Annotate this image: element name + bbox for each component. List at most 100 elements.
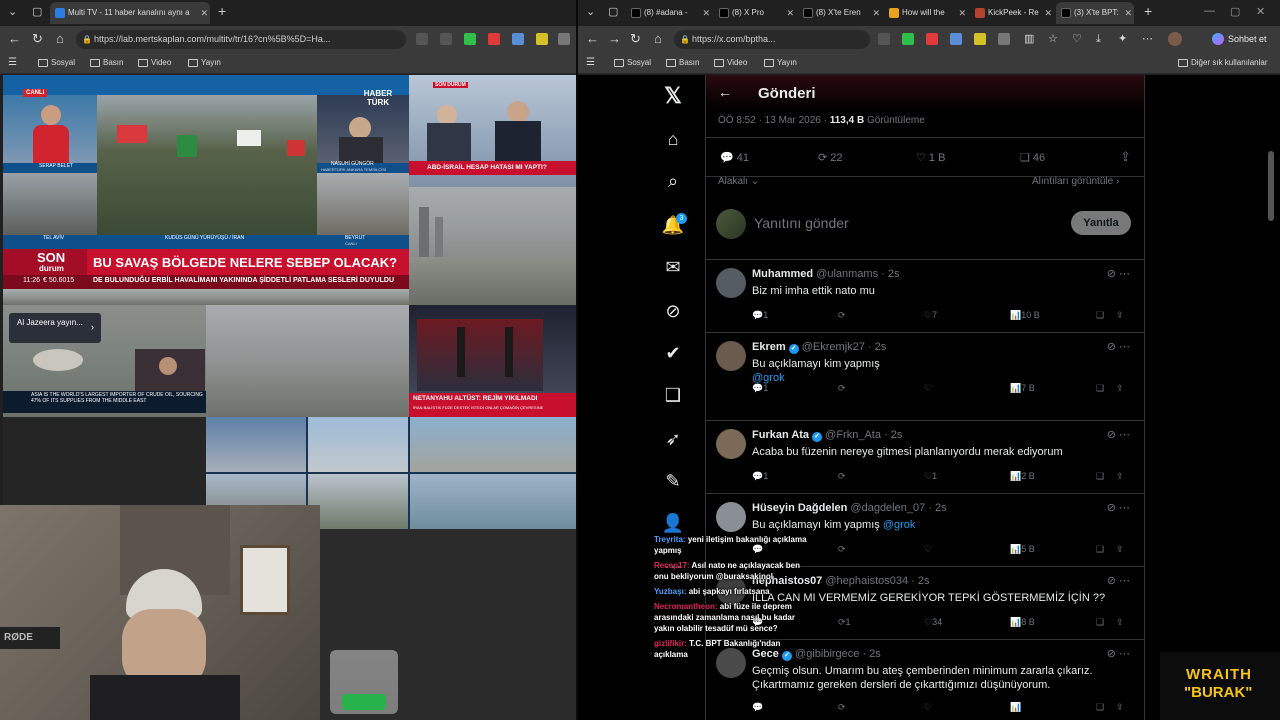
share-icon[interactable]: ⇪	[1120, 149, 1131, 165]
url-field[interactable]: 🔒 https://x.com/bptha...	[674, 30, 870, 49]
repost-action[interactable]: ⟳	[838, 702, 846, 713]
tv-haberturk[interactable]: CANLI SERAP BELET HABER TÜRK NASUHİ GÜNG…	[3, 75, 409, 305]
author-name[interactable]: Muhammed	[752, 268, 813, 280]
bookmark-folder-sosyal[interactable]: Sosyal	[614, 56, 651, 70]
bookmark-icon[interactable]: ❑	[1096, 383, 1104, 394]
bookmarks-menu-icon[interactable]: ☰	[586, 55, 595, 71]
tab-eren[interactable]: (8) X'te Eren ✕	[798, 2, 882, 24]
extension-yellow-icon[interactable]	[974, 33, 986, 45]
bookmark-folder-other[interactable]: Diğer sık kullanılanlar	[1178, 56, 1267, 70]
communities-check-icon[interactable]: ✔	[658, 343, 688, 364]
tab-adana[interactable]: (8) #adana - ✕	[626, 2, 712, 24]
repost-action[interactable]: ⟳ 1	[838, 617, 851, 628]
grok-icon[interactable]: ⊘	[658, 301, 688, 322]
like-action[interactable]: ♡ 1 B	[916, 151, 945, 164]
favorites-icon[interactable]: ☆	[1048, 31, 1058, 47]
close-window-icon[interactable]: ✕	[1256, 5, 1265, 18]
extension-blue-icon[interactable]	[950, 33, 962, 45]
forward-icon[interactable]: →	[608, 31, 621, 47]
author-name[interactable]: Ekrem	[752, 341, 786, 353]
tab-actions-icon[interactable]: ⌄	[586, 5, 595, 18]
extension-blue-icon[interactable]	[512, 33, 524, 45]
views-action[interactable]: 📊 10 B	[1010, 310, 1040, 321]
like-action[interactable]: ♡ 34	[924, 617, 942, 628]
grok-and-more-icon[interactable]: ⊘ ⋯	[1107, 340, 1130, 353]
reply-action[interactable]: 💬	[752, 702, 763, 713]
back-icon[interactable]: ←	[8, 31, 21, 47]
close-tab-icon[interactable]: ✕	[958, 2, 966, 24]
close-tab-icon[interactable]: ✕	[200, 2, 208, 24]
author-handle[interactable]: @Frkn_Ata · 2s	[825, 429, 902, 441]
view-quotes-link[interactable]: Alıntıları görüntüle ›	[1032, 176, 1119, 187]
back-icon[interactable]: ←	[586, 31, 599, 47]
reply-input[interactable]: Yanıtını gönder	[754, 215, 849, 231]
scrollbar-thumb[interactable]	[1268, 151, 1274, 221]
tv-studio-debate[interactable]: SON DURUM ABD-İSRAİL HESAP HATASI MI YAP…	[409, 75, 576, 187]
tv-aljazeera[interactable]: Al Jazeera yayın... › ASIA IS THE WORLD'…	[3, 305, 206, 417]
bookmark-icon[interactable]: ❑	[1096, 310, 1104, 321]
author-handle[interactable]: @dagdelen_07 · 2s	[850, 502, 946, 514]
views-action[interactable]: 📊	[1010, 702, 1021, 713]
repost-action[interactable]: ⟳	[838, 383, 846, 394]
repost-action[interactable]: ⟳	[838, 310, 846, 321]
close-tab-icon[interactable]: ✕	[1044, 2, 1052, 24]
share-icon[interactable]: ⇪	[1116, 383, 1124, 394]
split-view-icon[interactable]: ▥	[1024, 31, 1034, 47]
explore-search-icon[interactable]: ⌕	[658, 171, 688, 192]
views-action[interactable]: 📊 8 B	[1010, 617, 1035, 628]
avatar[interactable]	[716, 429, 746, 459]
extension-icon[interactable]	[440, 33, 452, 45]
bookmark-folder-basin[interactable]: Basın	[90, 56, 123, 70]
workspaces-icon[interactable]: ▢	[608, 5, 618, 18]
back-arrow-icon[interactable]: ←	[718, 84, 732, 100]
messages-icon[interactable]: ✉	[658, 257, 688, 278]
bookmark-folder-video[interactable]: Video	[138, 56, 171, 70]
minimize-icon[interactable]: —	[1204, 5, 1215, 17]
bookmark-folder-basin[interactable]: Basın	[666, 56, 699, 70]
tab-bpt[interactable]: (3) X'te BPT: ✕	[1056, 2, 1134, 24]
extension-yellow-icon[interactable]	[536, 33, 548, 45]
share-icon[interactable]: ⇪	[1116, 471, 1124, 482]
home-icon[interactable]: ⌂	[56, 31, 64, 47]
tab-kickpeek[interactable]: KickPeek - Re ✕	[970, 2, 1054, 24]
bookmarks-menu-icon[interactable]: ☰	[8, 55, 17, 71]
views-action[interactable]: 📊 7 B	[1010, 383, 1035, 394]
reader-icon[interactable]	[416, 33, 428, 45]
close-tab-icon[interactable]: ✕	[786, 2, 794, 24]
extension-green-icon[interactable]	[464, 33, 476, 45]
like-action[interactable]: ♡	[924, 702, 932, 713]
avatar[interactable]	[716, 341, 746, 371]
tv-haze-city[interactable]	[206, 305, 409, 417]
reply-post[interactable]: Muhammed @ulanmams · 2s Biz mi imha etti…	[706, 259, 1144, 332]
mention-link[interactable]: @grok	[883, 519, 916, 531]
extension-red-icon[interactable]	[488, 33, 500, 45]
notifications-icon[interactable]: 🔔 3	[658, 213, 688, 236]
grok-and-more-icon[interactable]: ⊘ ⋯	[1107, 574, 1130, 587]
reply-action[interactable]: 💬 1	[752, 383, 768, 394]
close-tab-icon[interactable]: ✕	[1124, 2, 1132, 24]
grok-and-more-icon[interactable]: ⊘ ⋯	[1107, 647, 1130, 660]
home-icon[interactable]: ⌂	[654, 31, 662, 47]
reply-post[interactable]: Ekrem ✓ @Ekremjk27 · 2s Bu açıklamayı ki…	[706, 332, 1144, 405]
author-handle[interactable]: @ulanmams · 2s	[816, 268, 899, 280]
downloads-icon[interactable]: ⤓	[1096, 31, 1101, 47]
avatar[interactable]	[716, 268, 746, 298]
tab-x-pro[interactable]: (8) X Pro ✕	[714, 2, 796, 24]
post-timestamp[interactable]: ÖÖ 8:52 · 13 Mar 2026 ·	[718, 115, 830, 126]
like-action[interactable]: ♡ 1	[924, 471, 937, 482]
extension-icon[interactable]	[878, 33, 890, 45]
extensions-puzzle-icon[interactable]: ✦	[1118, 31, 1127, 47]
reply-button[interactable]: Yanıtla	[1071, 211, 1131, 235]
x-logo-icon[interactable]: 𝕏	[658, 83, 688, 109]
tv-netanyahu[interactable]: NETANYAHU ALTÜST: REJİM YIKILMADI İRAN B…	[409, 305, 576, 417]
share-icon[interactable]: ⇪	[1116, 702, 1124, 713]
author-handle[interactable]: @hephaistos034 · 2s	[825, 575, 929, 587]
articles-icon[interactable]: ✎	[658, 471, 688, 492]
profile-icon[interactable]: 👤	[658, 513, 688, 534]
sort-dropdown[interactable]: Alakalı ⌄	[718, 176, 759, 187]
bookmark-folder-video[interactable]: Video	[714, 56, 747, 70]
rocket-icon[interactable]: ➶	[658, 429, 688, 450]
profile-avatar[interactable]	[1168, 32, 1182, 46]
author-name[interactable]: Furkan Ata	[752, 429, 809, 441]
home-icon[interactable]: ⌂	[658, 129, 688, 150]
